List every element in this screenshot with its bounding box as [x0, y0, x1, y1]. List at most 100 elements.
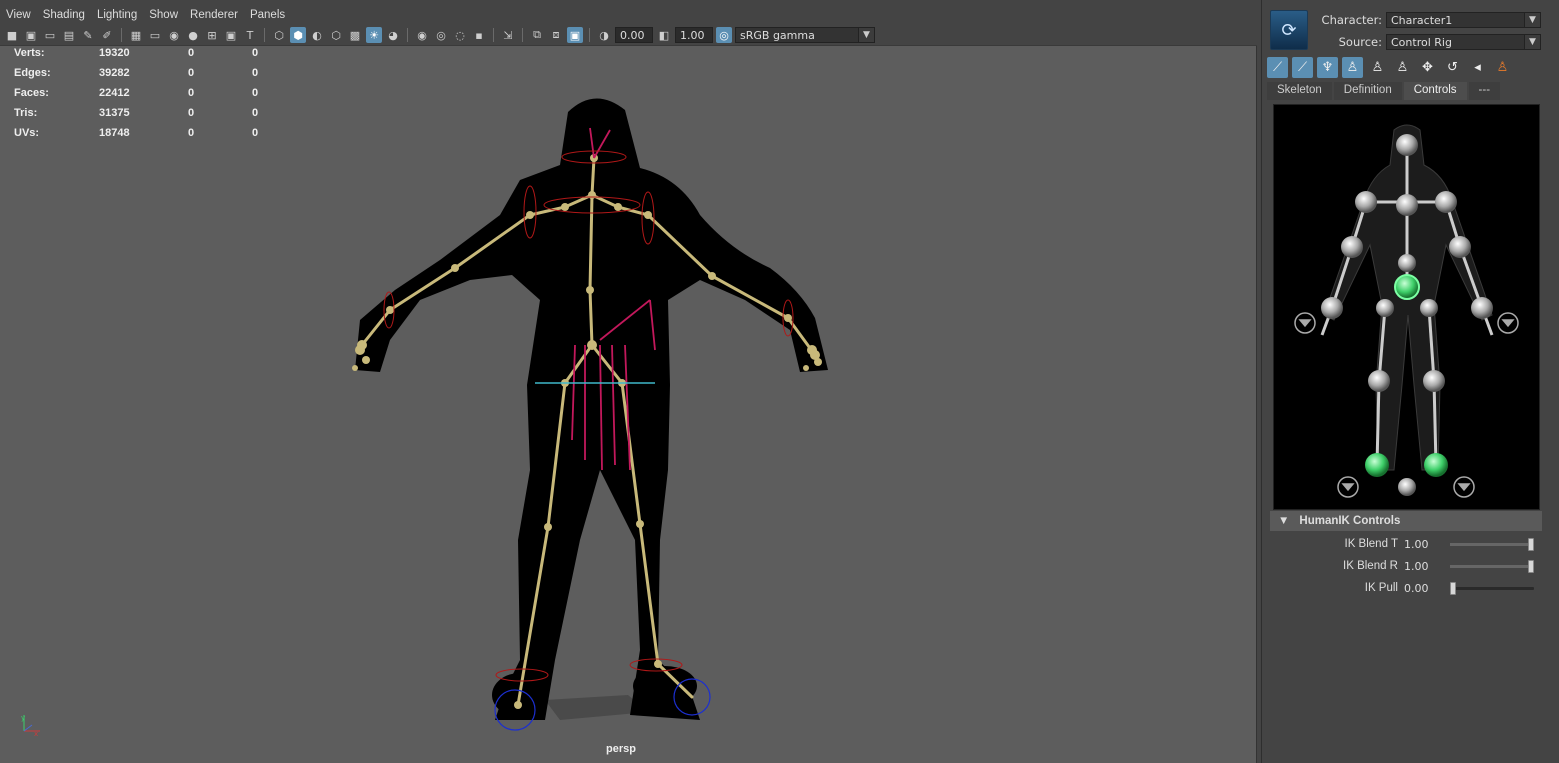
- right-hip-effector[interactable]: [1420, 299, 1438, 317]
- film-gate-icon[interactable]: ▭: [147, 27, 163, 43]
- grease-pencil-icon[interactable]: ✐: [99, 27, 115, 43]
- left-ankle-effector[interactable]: [1365, 453, 1389, 477]
- default-material-icon[interactable]: ◐: [309, 27, 325, 43]
- shadows-icon[interactable]: ◕: [385, 27, 401, 43]
- menu-lighting[interactable]: Lighting: [93, 7, 145, 25]
- wireframe-on-shaded-icon[interactable]: ⬡: [328, 27, 344, 43]
- safe-title-icon[interactable]: T: [242, 27, 258, 43]
- stance-pose-icon[interactable]: ♙: [1492, 57, 1513, 78]
- menu-renderer[interactable]: Renderer: [186, 7, 246, 25]
- pin-translate-icon[interactable]: ✥: [1417, 57, 1438, 78]
- right-ankle-effector[interactable]: [1424, 453, 1448, 477]
- humanik-logo-button[interactable]: ⟳: [1270, 10, 1308, 50]
- source-dropdown[interactable]: Control Rig ▼: [1386, 34, 1541, 50]
- image-plane-icon[interactable]: ▤: [61, 27, 77, 43]
- left-hip-effector[interactable]: [1376, 299, 1394, 317]
- expand-arrows[interactable]: [1294, 312, 1519, 498]
- right-wrist-effector[interactable]: [1471, 297, 1493, 319]
- selection-icon[interactable]: ♙: [1392, 57, 1413, 78]
- gamma-icon[interactable]: ◧: [656, 27, 672, 43]
- xray-joints-icon[interactable]: ▣: [567, 27, 583, 43]
- reference-effector[interactable]: [1398, 478, 1416, 496]
- select-effector-icon[interactable]: ⟋: [1267, 56, 1288, 78]
- character-value: Character1: [1391, 13, 1453, 27]
- menu-shading[interactable]: Shading: [39, 7, 93, 25]
- left-elbow-effector[interactable]: [1341, 236, 1363, 258]
- select-all-icon[interactable]: ⟋: [1292, 56, 1313, 78]
- ik-blend-r-label: IK Blend R: [1343, 560, 1398, 572]
- viewport-panel[interactable]: View Shading Lighting Show Renderer Pane…: [0, 0, 1257, 763]
- right-knee-effector[interactable]: [1423, 370, 1445, 392]
- ik-blend-r-slider[interactable]: [1450, 559, 1534, 573]
- humanik-controls-section-header[interactable]: ▼ HumanIK Controls: [1270, 511, 1542, 531]
- ik-blend-r-thumb[interactable]: [1528, 559, 1534, 573]
- bookmark-icon[interactable]: ▭: [42, 27, 58, 43]
- color-space-dropdown[interactable]: sRGB gamma ▼: [735, 27, 875, 43]
- show-fk-icon[interactable]: ♆: [1317, 56, 1338, 78]
- isolate-select-icon[interactable]: ⇲: [500, 27, 516, 43]
- ambient-occlusion-icon[interactable]: ◉: [414, 27, 430, 43]
- ik-blend-r-value[interactable]: 1.00: [1404, 560, 1436, 573]
- toolbar-divider: [264, 28, 265, 42]
- release-pin-icon[interactable]: ◂: [1467, 57, 1488, 78]
- toolbar-divider: [493, 28, 494, 42]
- xray-active-icon[interactable]: ⧈: [548, 27, 564, 43]
- right-shoulder-effector[interactable]: [1435, 191, 1457, 213]
- lighting-icon[interactable]: ☀: [366, 27, 382, 43]
- humanik-tabs: Skeleton Definition Controls ---: [1267, 82, 1501, 100]
- chest-effector[interactable]: [1396, 194, 1418, 216]
- resolution-gate-icon[interactable]: ◉: [166, 27, 182, 43]
- left-shoulder-effector[interactable]: [1355, 191, 1377, 213]
- source-label: Source:: [1338, 35, 1382, 49]
- hips-effector[interactable]: [1394, 274, 1420, 300]
- axis-gizmo-icon: y x: [21, 714, 40, 737]
- ik-blend-t-value[interactable]: 1.00: [1404, 538, 1436, 551]
- left-knee-effector[interactable]: [1368, 370, 1390, 392]
- camera-attributes-icon[interactable]: ▣: [23, 27, 39, 43]
- humanik-character-graph[interactable]: [1273, 104, 1540, 510]
- full-body-icon[interactable]: ♙: [1342, 56, 1363, 78]
- menu-view[interactable]: View: [2, 7, 39, 25]
- tab-skeleton[interactable]: Skeleton: [1267, 82, 1332, 100]
- body-figure: [1294, 124, 1519, 498]
- color-management-icon[interactable]: ◎: [716, 27, 732, 43]
- chevron-down-icon: ▼: [858, 28, 874, 42]
- gamma-field[interactable]: 1.00: [675, 27, 713, 43]
- depth-of-field-icon[interactable]: ▪: [471, 27, 487, 43]
- smooth-shade-icon[interactable]: ⬢: [290, 27, 306, 43]
- wireframe-icon[interactable]: ⬡: [271, 27, 287, 43]
- tab-definition[interactable]: Definition: [1333, 82, 1402, 100]
- ik-blend-t-thumb[interactable]: [1528, 537, 1534, 551]
- character-row: Character: Character1 ▼: [1312, 11, 1541, 29]
- left-wrist-effector[interactable]: [1321, 297, 1343, 319]
- source-row: Source: Control Rig ▼: [1312, 33, 1541, 51]
- head-effector[interactable]: [1396, 134, 1418, 156]
- ik-pull-slider[interactable]: [1450, 581, 1534, 595]
- textured-icon[interactable]: ▩: [347, 27, 363, 43]
- 2d-pan-zoom-icon[interactable]: ✎: [80, 27, 96, 43]
- field-chart-icon[interactable]: ⊞: [204, 27, 220, 43]
- menu-show[interactable]: Show: [145, 7, 186, 25]
- menu-panels[interactable]: Panels: [246, 7, 293, 25]
- gate-mask-icon[interactable]: ●: [185, 27, 201, 43]
- scene-view[interactable]: [0, 46, 1256, 763]
- exposure-icon[interactable]: ◑: [596, 27, 612, 43]
- tab-controls[interactable]: Controls: [1403, 82, 1467, 100]
- ik-pull-thumb[interactable]: [1450, 581, 1456, 595]
- ik-pull-value[interactable]: 0.00: [1404, 582, 1436, 595]
- safe-action-icon[interactable]: ▣: [223, 27, 239, 43]
- ik-blend-t-slider[interactable]: [1450, 537, 1534, 551]
- pin-rotate-icon[interactable]: ↺: [1442, 57, 1463, 78]
- character-dropdown[interactable]: Character1 ▼: [1386, 12, 1541, 28]
- spine-effector[interactable]: [1398, 254, 1416, 272]
- camera-icon[interactable]: ■: [4, 27, 20, 43]
- collapse-triangle-icon[interactable]: ▼: [1278, 515, 1289, 527]
- motion-blur-icon[interactable]: ◎: [433, 27, 449, 43]
- exposure-field[interactable]: 0.00: [615, 27, 653, 43]
- right-elbow-effector[interactable]: [1449, 236, 1471, 258]
- grid-icon[interactable]: ▦: [128, 27, 144, 43]
- tab-more[interactable]: ---: [1468, 82, 1501, 100]
- body-part-icon[interactable]: ♙: [1367, 57, 1388, 78]
- xray-icon[interactable]: ⧉: [529, 27, 545, 43]
- anti-aliasing-icon[interactable]: ◌: [452, 27, 468, 43]
